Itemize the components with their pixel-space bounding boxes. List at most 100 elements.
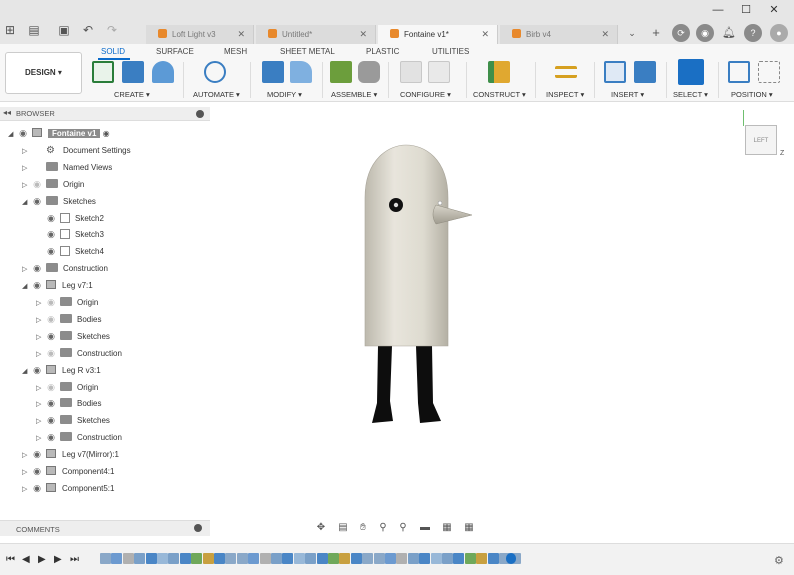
tree-row[interactable]: ▷ ◉ Component5:1 bbox=[22, 480, 114, 497]
timeline-feature[interactable] bbox=[453, 553, 465, 564]
new-tab-plus-icon[interactable]: + bbox=[648, 25, 664, 41]
step-back-icon[interactable]: ◀ bbox=[22, 554, 30, 565]
timeline-feature[interactable] bbox=[316, 553, 328, 564]
expand-chevron-icon[interactable]: ▷ bbox=[22, 177, 31, 194]
automate-menu[interactable]: AUTOMATE ▾ bbox=[193, 90, 240, 99]
visibility-eye-icon[interactable]: ◉ bbox=[45, 311, 57, 328]
save-icon[interactable]: ▣ bbox=[56, 22, 72, 38]
revolve-icon[interactable] bbox=[152, 61, 174, 83]
construct-menu[interactable]: CONSTRUCT ▾ bbox=[473, 90, 526, 99]
tree-row[interactable]: ▷ ◉ Component4:1 bbox=[22, 463, 114, 480]
tree-row[interactable]: ◢ ◉ Sketches bbox=[22, 193, 96, 210]
timeline-feature[interactable] bbox=[487, 553, 499, 564]
visibility-eye-icon[interactable]: ◉ bbox=[31, 176, 43, 193]
tree-row[interactable]: ◉ Sketch4 bbox=[36, 243, 104, 260]
grid-settings-icon[interactable]: ▦ bbox=[440, 521, 454, 535]
timeline-feature[interactable] bbox=[385, 553, 396, 564]
help-icon[interactable]: ? bbox=[744, 24, 762, 42]
extrude-icon[interactable] bbox=[122, 61, 144, 83]
doc-tab-0[interactable]: Loft Light v3 ✕ bbox=[146, 25, 254, 44]
timeline-feature[interactable] bbox=[100, 553, 111, 564]
tree-row[interactable]: ▷ ◉ Origin bbox=[36, 294, 98, 311]
timeline-feature[interactable] bbox=[111, 553, 123, 564]
visibility-eye-icon[interactable]: ◉ bbox=[31, 463, 43, 480]
tab-surface[interactable]: SURFACE bbox=[156, 47, 194, 56]
close-icon[interactable]: ✕ bbox=[481, 25, 489, 44]
timeline-feature[interactable] bbox=[271, 553, 282, 564]
expand-chevron-icon[interactable]: ◢ bbox=[22, 194, 31, 211]
select-cursor-icon[interactable] bbox=[678, 59, 704, 85]
tree-row[interactable]: ◢ ◉ Fontaine v1 ◉ bbox=[8, 125, 110, 142]
timeline-feature[interactable] bbox=[225, 553, 237, 564]
visibility-eye-icon[interactable]: ◉ bbox=[45, 226, 57, 243]
expand-chevron-icon[interactable]: ▷ bbox=[36, 295, 45, 312]
tree-row[interactable]: ▷ ◉ Sketches bbox=[36, 328, 110, 345]
tree-row[interactable]: ▷ ◉ Construction bbox=[36, 429, 122, 446]
job-status-icon[interactable]: ◉ bbox=[696, 24, 714, 42]
timeline-feature[interactable] bbox=[282, 553, 294, 564]
close-icon[interactable]: ✕ bbox=[237, 25, 245, 44]
user-avatar[interactable]: ● bbox=[770, 24, 788, 42]
tree-row[interactable]: ◉ Sketch2 bbox=[36, 210, 104, 227]
expand-chevron-icon[interactable]: ▷ bbox=[36, 413, 45, 430]
activate-radio-icon[interactable]: ◉ bbox=[100, 129, 110, 138]
collapse-panel-icon[interactable]: ◂◂ bbox=[3, 108, 11, 117]
timeline-feature[interactable] bbox=[259, 553, 271, 564]
timeline-feature[interactable] bbox=[157, 553, 168, 564]
configure-icon[interactable] bbox=[400, 61, 422, 83]
visibility-eye-icon[interactable]: ◉ bbox=[31, 260, 43, 277]
joint-icon[interactable] bbox=[358, 61, 380, 83]
timeline-feature[interactable] bbox=[476, 553, 488, 564]
expand-chevron-icon[interactable]: ▷ bbox=[22, 160, 31, 177]
visibility-eye-icon[interactable]: ◉ bbox=[45, 210, 57, 227]
timeline-feature[interactable] bbox=[122, 553, 134, 564]
expand-chevron-icon[interactable]: ▷ bbox=[22, 447, 31, 464]
tree-row[interactable]: ▷ ◉ Construction bbox=[36, 345, 122, 362]
insert-menu[interactable]: INSERT ▾ bbox=[611, 90, 644, 99]
tree-row[interactable]: ◢ ◉ Leg v7:1 bbox=[22, 277, 93, 294]
visibility-eye-icon[interactable]: ◉ bbox=[45, 294, 57, 311]
fillet-icon[interactable] bbox=[290, 61, 312, 83]
timeline-feature[interactable] bbox=[134, 553, 146, 564]
tree-row[interactable]: ▷ ◉ Origin bbox=[22, 176, 84, 193]
zoom-icon[interactable]: ⚲ bbox=[376, 521, 390, 535]
play-icon[interactable]: ▶ bbox=[38, 554, 46, 565]
tab-mesh[interactable]: MESH bbox=[224, 47, 247, 56]
tree-row[interactable]: ▷ ⚙ Document Settings bbox=[22, 142, 131, 159]
position-align-icon[interactable] bbox=[728, 61, 750, 83]
expand-chevron-icon[interactable]: ▷ bbox=[36, 346, 45, 363]
expand-chevron-icon[interactable]: ▷ bbox=[22, 261, 31, 278]
timeline-feature[interactable] bbox=[202, 553, 214, 564]
close-icon[interactable]: ✕ bbox=[359, 25, 367, 44]
visibility-eye-icon[interactable]: ◉ bbox=[45, 243, 57, 260]
visibility-eye-icon[interactable]: ◉ bbox=[31, 480, 43, 497]
automate-icon[interactable] bbox=[204, 61, 226, 83]
tree-row[interactable]: ▷ ◉ Origin bbox=[36, 379, 98, 396]
visibility-eye-icon[interactable]: ◉ bbox=[31, 446, 43, 463]
redo-icon[interactable]: ↷ bbox=[104, 22, 120, 38]
position-capture-icon[interactable] bbox=[758, 61, 780, 83]
visibility-eye-icon[interactable]: ◉ bbox=[31, 193, 43, 210]
step-forward-icon[interactable]: ▶ bbox=[54, 554, 62, 565]
position-menu[interactable]: POSITION ▾ bbox=[731, 90, 773, 99]
timeline-feature[interactable] bbox=[179, 553, 191, 564]
visibility-eye-icon[interactable]: ◉ bbox=[45, 412, 57, 429]
configure-menu[interactable]: CONFIGURE ▾ bbox=[400, 90, 451, 99]
tree-row[interactable]: ◢ ◉ Leg R v3:1 bbox=[22, 362, 101, 379]
pan-hand-icon[interactable]: ✋︎ bbox=[356, 521, 370, 535]
browser-header[interactable]: ◂◂ BROWSER bbox=[0, 107, 210, 121]
measure-icon[interactable] bbox=[555, 66, 577, 78]
expand-chevron-icon[interactable]: ▷ bbox=[22, 143, 31, 160]
extensions-icon[interactable]: ⟳ bbox=[672, 24, 690, 42]
timeline-feature[interactable] bbox=[214, 553, 225, 564]
timeline-feature[interactable] bbox=[430, 553, 442, 564]
window-close-icon[interactable]: ✕ bbox=[762, 2, 786, 18]
timeline-settings-gear-icon[interactable]: ⚙ bbox=[774, 554, 784, 567]
maximize-icon[interactable]: ☐ bbox=[734, 2, 758, 18]
expand-chevron-icon[interactable]: ▷ bbox=[36, 312, 45, 329]
tree-row[interactable]: ▷ ◉ Sketches bbox=[36, 412, 110, 429]
timeline-feature[interactable] bbox=[442, 553, 453, 564]
fit-zoom-icon[interactable]: ⚲ bbox=[396, 521, 410, 535]
timeline-feature[interactable] bbox=[293, 553, 305, 564]
timeline-feature[interactable] bbox=[419, 553, 431, 564]
